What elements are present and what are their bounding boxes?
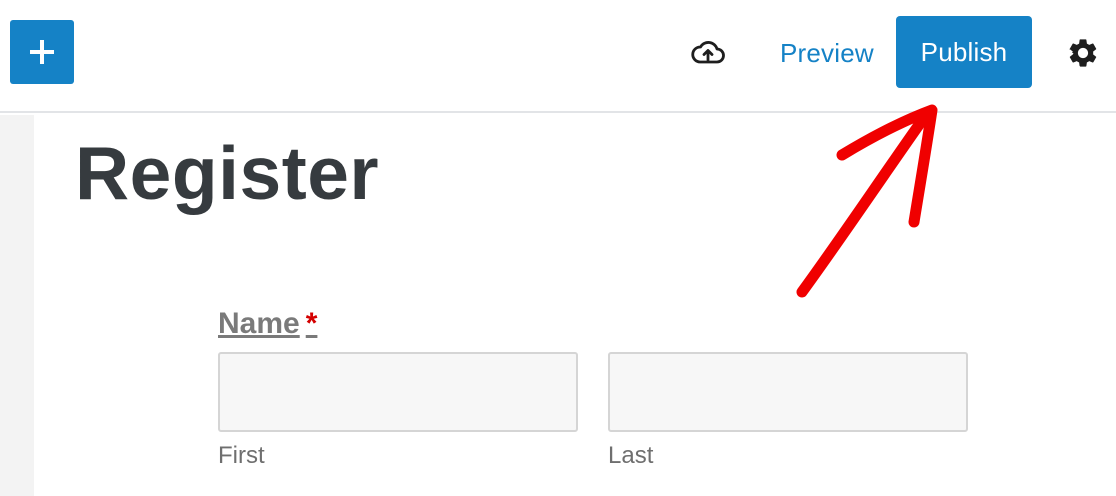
last-name-input[interactable] — [608, 352, 968, 432]
name-label-text: Name — [218, 307, 300, 340]
arrow-shaft — [796, 106, 934, 298]
red-annotation-arrow — [796, 104, 938, 298]
required-marker: * — [305, 307, 318, 340]
page-title[interactable]: Register — [75, 128, 379, 218]
name-field-label: Name * — [218, 306, 317, 342]
settings-button[interactable] — [1064, 34, 1102, 72]
first-name-input[interactable] — [218, 352, 578, 432]
cloud-upload-icon — [691, 41, 725, 64]
plus-icon — [30, 40, 54, 64]
publish-button[interactable]: Publish — [896, 16, 1032, 88]
first-name-sublabel: First — [218, 442, 265, 469]
editor-left-rail — [0, 115, 34, 496]
arrow-head — [836, 104, 938, 228]
save-draft-button[interactable] — [688, 35, 728, 69]
editor-toolbar: Preview Publish — [0, 0, 1116, 113]
last-name-sublabel: Last — [608, 442, 654, 469]
preview-button[interactable]: Preview — [780, 36, 874, 70]
gear-icon — [1069, 39, 1097, 67]
add-block-button[interactable] — [10, 20, 74, 84]
